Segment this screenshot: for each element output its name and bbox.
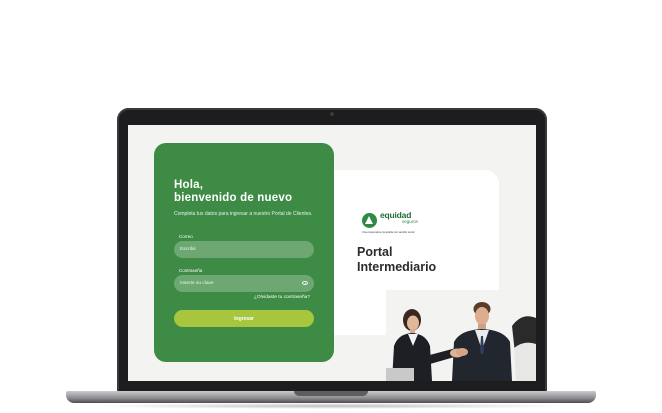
equidad-logo-mark-icon <box>362 213 377 228</box>
login-submit-button[interactable]: Ingresar <box>174 310 314 327</box>
login-subtitle: Completa tus datos para ingresar a nuest… <box>174 211 313 217</box>
show-password-eye-icon[interactable] <box>302 281 308 285</box>
laptop-lid: Hola, bienvenido de nuevo Completa tus d… <box>117 108 547 394</box>
password-label: Contraseña <box>179 268 203 273</box>
logo-subword: seguros <box>402 219 419 224</box>
email-label: Correo <box>179 234 193 239</box>
password-placeholder: Inserte su clave <box>180 281 214 286</box>
email-placeholder: Escribir <box>180 247 196 252</box>
greeting-heading: Hola, bienvenido de nuevo <box>174 179 293 204</box>
laptop-screen: Hola, bienvenido de nuevo Completa tus d… <box>128 125 536 381</box>
login-card: Hola, bienvenido de nuevo Completa tus d… <box>154 143 334 362</box>
email-field[interactable]: Escribir <box>174 241 314 258</box>
handshake-photo <box>386 290 536 381</box>
portal-title: Portal Intermediario <box>357 245 437 274</box>
laptop-base <box>66 391 596 403</box>
laptop-shadow <box>90 403 572 409</box>
password-field[interactable]: Inserte su clave <box>174 275 314 292</box>
forgot-password-link[interactable]: ¿Olvidaste tu contraseña? <box>254 295 310 300</box>
logo-tagline: Una cooperativa compañía con sentido soc… <box>362 231 415 234</box>
equidad-logo: equidad seguros Una cooperativa compañía… <box>362 210 432 236</box>
laptop-base-notch <box>294 391 368 396</box>
camera-icon <box>330 112 334 116</box>
